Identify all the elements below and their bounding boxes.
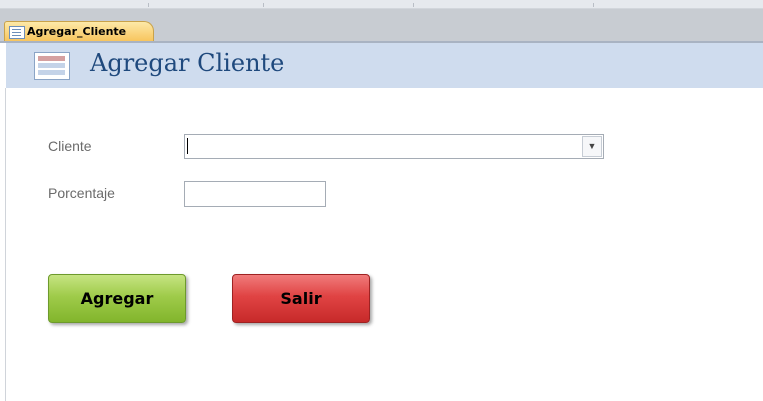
form-icon <box>9 26 25 39</box>
cliente-combobox[interactable]: ▼ <box>184 134 604 159</box>
form-header: Agregar Cliente <box>6 43 763 88</box>
ruler-tick <box>148 3 149 7</box>
window-top-strip <box>0 0 763 9</box>
form-icon-bar <box>38 63 65 68</box>
tab-label: Agregar_Cliente <box>27 25 127 38</box>
form-icon <box>34 52 70 80</box>
ruler-tick <box>593 3 594 7</box>
ruler-tick <box>413 3 414 7</box>
chevron-down-icon[interactable]: ▼ <box>582 136 602 157</box>
agregar-button[interactable]: Agregar <box>48 274 186 323</box>
form-icon-bar <box>38 56 65 61</box>
tab-agregar-cliente[interactable]: Agregar_Cliente <box>4 21 154 42</box>
document-tab-bar: Agregar_Cliente <box>0 9 763 42</box>
ruler-tick <box>263 3 264 7</box>
page-title: Agregar Cliente <box>90 49 285 77</box>
form-icon-bar <box>38 70 65 75</box>
form-left-border <box>5 88 6 401</box>
porcentaje-label: Porcentaje <box>48 185 115 201</box>
cliente-label: Cliente <box>48 138 92 154</box>
text-cursor <box>187 138 188 154</box>
salir-button[interactable]: Salir <box>232 274 370 323</box>
porcentaje-input[interactable] <box>184 181 326 207</box>
